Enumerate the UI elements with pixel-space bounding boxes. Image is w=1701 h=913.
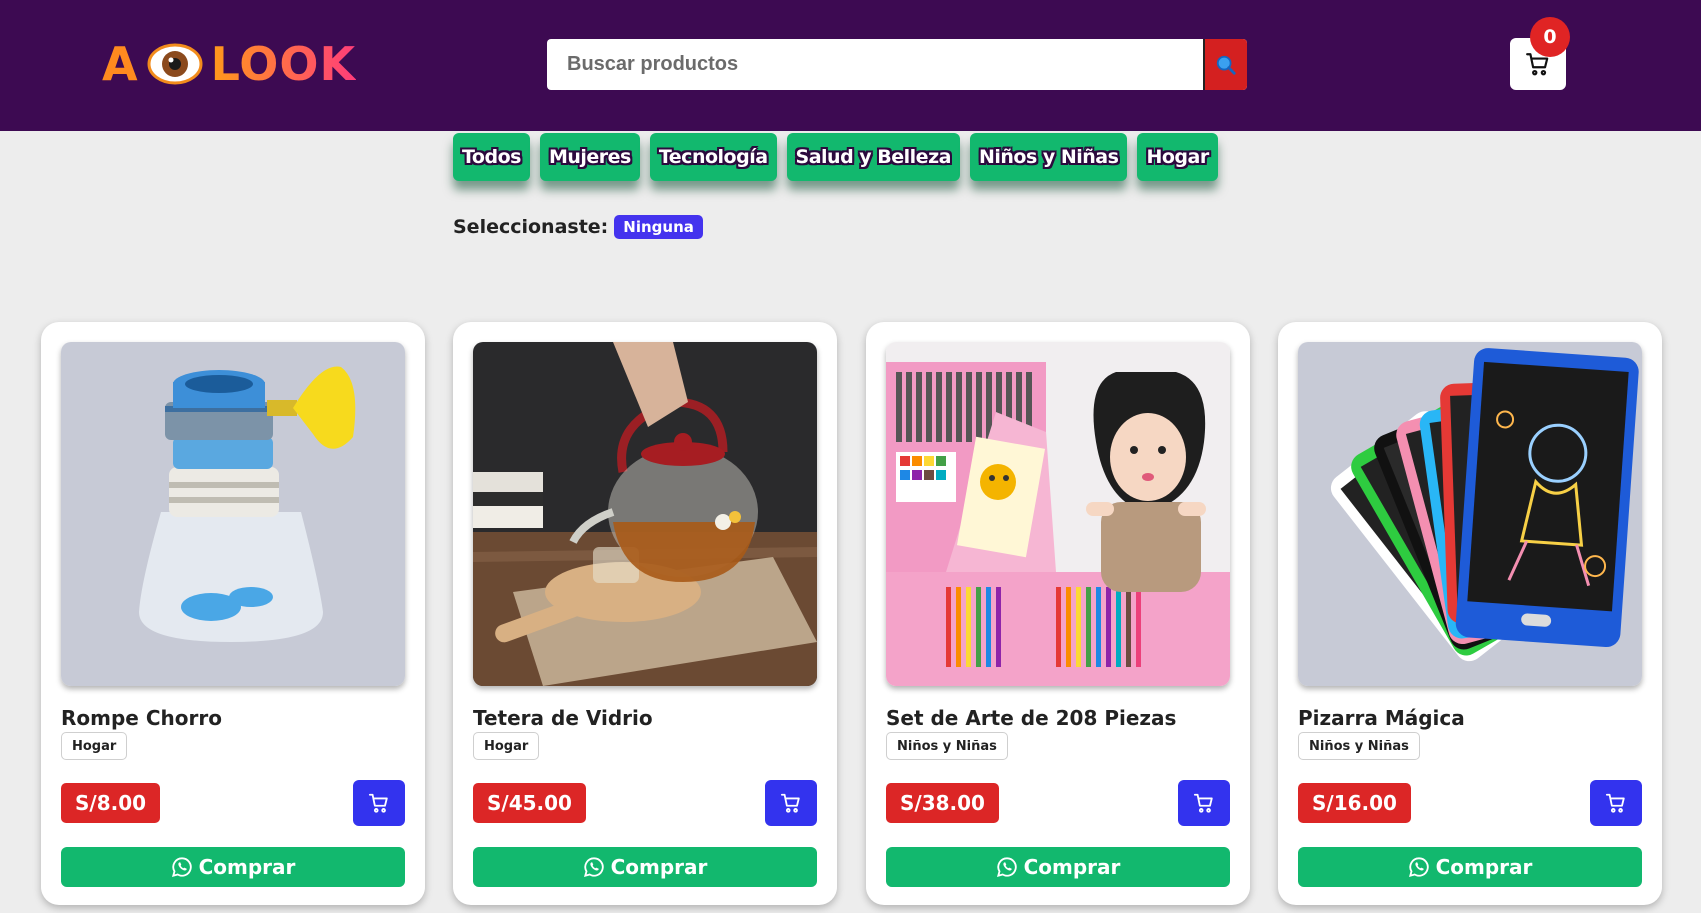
product-category-tag: Niños y Niñas bbox=[1298, 732, 1420, 760]
product-name: Tetera de Vidrio bbox=[473, 706, 653, 730]
cart-icon bbox=[1605, 793, 1625, 813]
cart-icon bbox=[1193, 793, 1213, 813]
product-image[interactable] bbox=[61, 342, 405, 686]
search-input[interactable] bbox=[547, 39, 1203, 90]
buy-label: Comprar bbox=[610, 855, 708, 879]
faucet-aerator-image bbox=[61, 342, 405, 686]
art-set-image bbox=[886, 342, 1230, 686]
add-to-cart-button[interactable] bbox=[353, 780, 405, 826]
magic-drawing-tablet-image bbox=[1298, 342, 1642, 686]
logo-text-look: LOOK bbox=[210, 37, 357, 91]
product-name: Rompe Chorro bbox=[61, 706, 222, 730]
whatsapp-icon bbox=[1408, 857, 1429, 878]
category-todos[interactable]: Todos bbox=[453, 133, 530, 181]
product-name: Pizarra Mágica bbox=[1298, 706, 1465, 730]
product-image[interactable] bbox=[1298, 342, 1642, 686]
whatsapp-buy-button[interactable]: Comprar bbox=[1298, 847, 1642, 887]
logo-text-a: A bbox=[102, 37, 139, 91]
search-button[interactable] bbox=[1203, 39, 1247, 90]
buy-label: Comprar bbox=[1023, 855, 1121, 879]
product-image[interactable] bbox=[473, 342, 817, 686]
cart-icon bbox=[368, 793, 388, 813]
category-ninos-ninas[interactable]: Niños y Niñas bbox=[969, 133, 1128, 181]
site-header: A LOOK 0 bbox=[0, 0, 1701, 131]
product-card: Set de Arte de 208 Piezas Niños y Niñas … bbox=[866, 322, 1250, 905]
whatsapp-buy-button[interactable]: Comprar bbox=[473, 847, 817, 887]
whatsapp-buy-button[interactable]: Comprar bbox=[886, 847, 1230, 887]
selected-badge: Ninguna bbox=[614, 215, 703, 239]
category-hogar[interactable]: Hogar bbox=[1137, 133, 1218, 181]
product-card: Tetera de Vidrio Hogar S/45.00 Comprar bbox=[453, 322, 837, 905]
product-name: Set de Arte de 208 Piezas bbox=[886, 706, 1177, 730]
buy-label: Comprar bbox=[1435, 855, 1533, 879]
whatsapp-icon bbox=[996, 857, 1017, 878]
selected-label: Seleccionaste: bbox=[453, 216, 609, 238]
product-category-tag: Niños y Niñas bbox=[886, 732, 1008, 760]
brand-logo[interactable]: A LOOK bbox=[102, 37, 357, 91]
add-to-cart-button[interactable] bbox=[1178, 780, 1230, 826]
search-bar bbox=[547, 39, 1247, 90]
product-price: S/8.00 bbox=[61, 783, 161, 823]
selected-category: Seleccionaste: Ninguna bbox=[453, 215, 703, 239]
whatsapp-icon bbox=[583, 857, 604, 878]
product-price: S/38.00 bbox=[886, 783, 999, 823]
category-salud-belleza[interactable]: Salud y Belleza bbox=[786, 133, 960, 181]
product-card: Rompe Chorro Hogar S/8.00 Comprar bbox=[41, 322, 425, 905]
buy-label: Comprar bbox=[198, 855, 296, 879]
whatsapp-icon bbox=[171, 857, 192, 878]
cart-count-badge: 0 bbox=[1530, 17, 1570, 57]
search-icon bbox=[1216, 55, 1236, 75]
product-card: Pizarra Mágica Niños y Niñas S/16.00 Com… bbox=[1278, 322, 1662, 905]
product-category-tag: Hogar bbox=[473, 732, 540, 760]
product-image[interactable] bbox=[886, 342, 1230, 686]
whatsapp-buy-button[interactable]: Comprar bbox=[61, 847, 405, 887]
product-price: S/16.00 bbox=[1298, 783, 1411, 823]
cart-icon bbox=[780, 793, 800, 813]
product-category-tag: Hogar bbox=[61, 732, 128, 760]
add-to-cart-button[interactable] bbox=[765, 780, 817, 826]
category-filter-bar: Todos Mujeres Tecnología Salud y Belleza… bbox=[453, 133, 1218, 181]
category-tecnologia[interactable]: Tecnología bbox=[649, 133, 777, 181]
product-price: S/45.00 bbox=[473, 783, 586, 823]
category-mujeres[interactable]: Mujeres bbox=[539, 133, 640, 181]
eye-logo-icon bbox=[147, 43, 203, 85]
add-to-cart-button[interactable] bbox=[1590, 780, 1642, 826]
glass-teapot-image bbox=[473, 342, 817, 686]
